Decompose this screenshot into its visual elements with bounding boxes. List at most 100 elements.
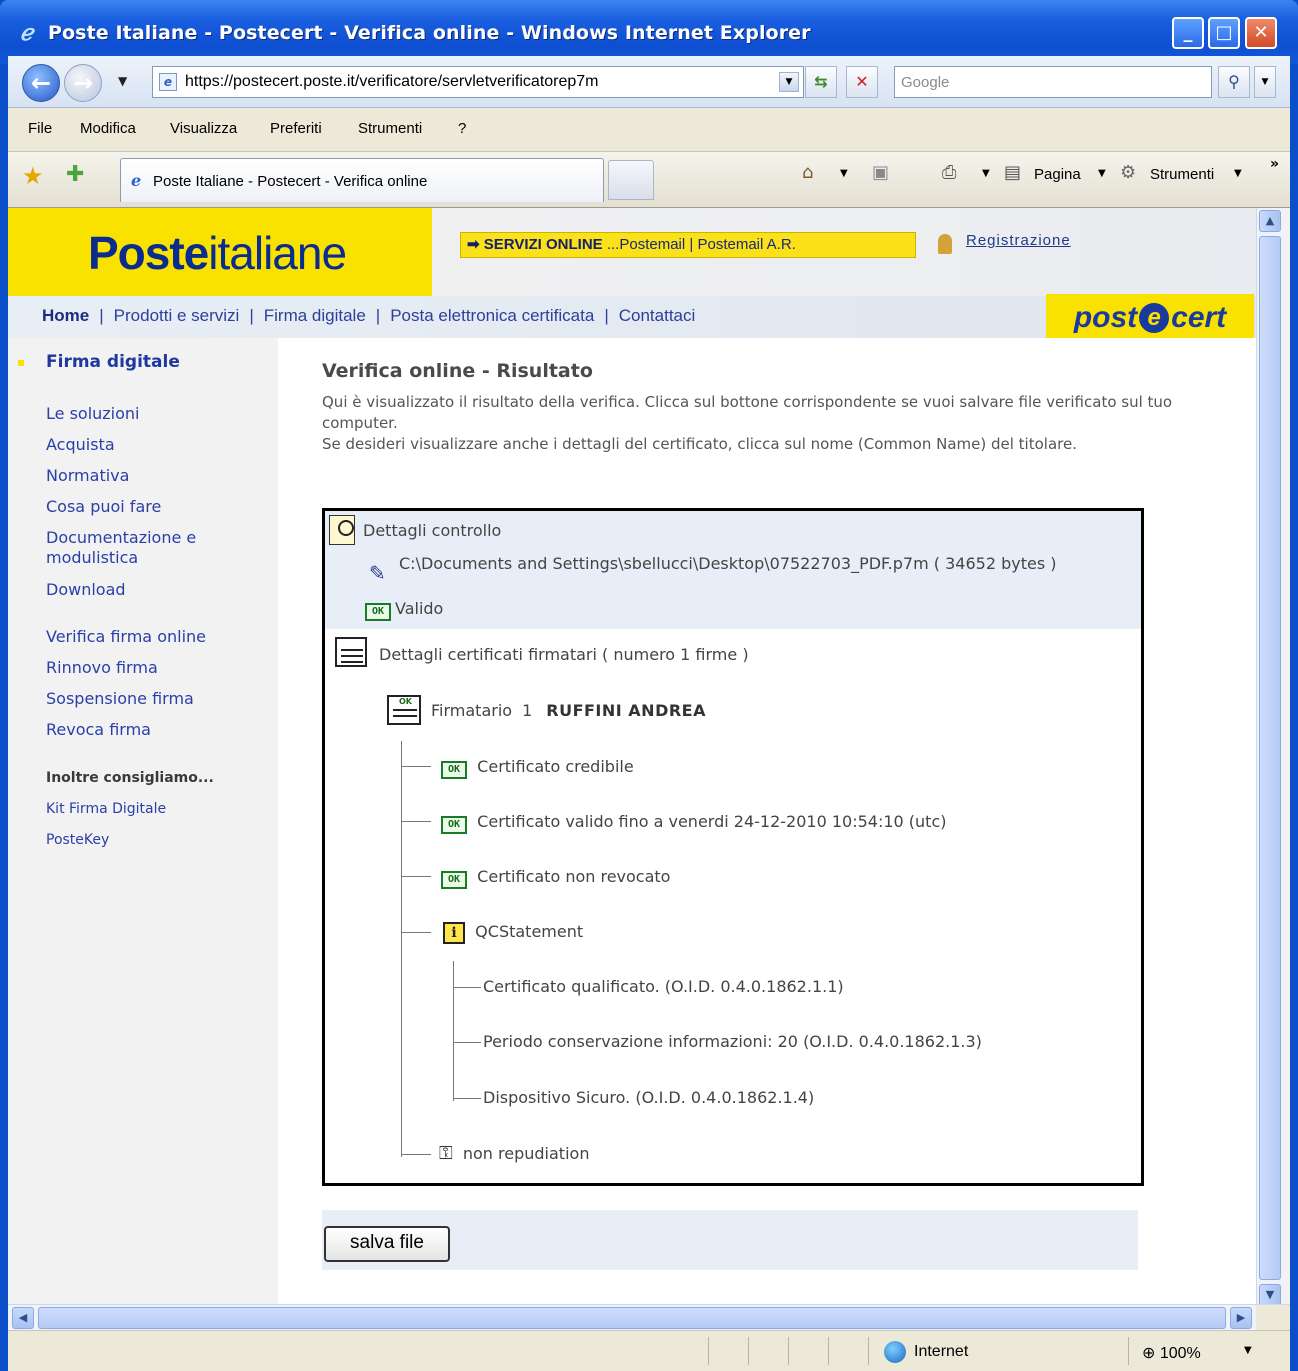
window-titlebar: ℯ Poste Italiane - Postecert - Verifica …	[0, 0, 1298, 64]
sidebar-link-kit-firma[interactable]: Kit Firma Digitale	[46, 801, 166, 817]
ie-logo-icon: ℯ	[20, 20, 34, 46]
refresh-button[interactable]: ⇆	[805, 66, 837, 98]
valid-status: OK Valido	[365, 599, 443, 621]
ok-icon: OK	[441, 871, 467, 889]
sidebar-item-normativa[interactable]: Normativa	[46, 466, 129, 486]
search-options-dropdown[interactable]: ▼	[1254, 66, 1276, 98]
address-toolbar: ← → ▼ e https://postecert.poste.it/verif…	[8, 56, 1290, 108]
signer-label: Firmatario	[431, 701, 513, 720]
menu-preferiti[interactable]: Preferiti	[270, 120, 322, 137]
sidebar-item-cosa-puoi-fare[interactable]: Cosa puoi fare	[46, 497, 161, 517]
print-dropdown-icon[interactable]: ▼	[982, 168, 990, 179]
toolbar-overflow-icon[interactable]: »	[1270, 156, 1279, 172]
sidebar-item-download[interactable]: Download	[46, 580, 126, 600]
intro-line-1: Qui è visualizzato il risultato della ve…	[322, 393, 1173, 432]
signer-row: Firmatario 1 RUFFINI ANDREA	[431, 701, 706, 720]
nav-posta-certificata[interactable]: Posta elettronica certificata	[390, 306, 594, 325]
status-separator	[828, 1337, 829, 1365]
zoom-dropdown-icon[interactable]: ▼	[1244, 1345, 1252, 1356]
tools-menu[interactable]: Strumenti	[1150, 166, 1214, 183]
ok-icon: OK	[441, 761, 467, 779]
horizontal-scroll-thumb[interactable]	[38, 1307, 1226, 1329]
scroll-left-icon[interactable]: ◀	[12, 1307, 34, 1329]
tree-line	[401, 1154, 431, 1155]
tools-dropdown-icon[interactable]: ▼	[1234, 168, 1242, 179]
tree-line	[453, 987, 481, 988]
maximize-button[interactable]: □	[1208, 17, 1240, 49]
tree-line	[401, 932, 431, 933]
menu-visualizza[interactable]: Visualizza	[170, 120, 237, 137]
menu-modifica[interactable]: Modifica	[80, 120, 136, 137]
nav-home[interactable]: Home	[42, 306, 89, 325]
stop-button[interactable]: ✕	[846, 66, 878, 98]
menu-file[interactable]: File	[28, 120, 52, 137]
link-postemail-ar[interactable]: Postemail A.R.	[697, 236, 795, 253]
check-validita: OK Certificato valido fino a venerdi 24-…	[441, 812, 946, 834]
scroll-right-icon[interactable]: ▶	[1230, 1307, 1252, 1329]
link-postemail[interactable]: ...Postemail	[607, 236, 685, 253]
print-icon[interactable]: ⎙	[942, 162, 956, 183]
page-viewport: Posteitaliane ➡ SERVIZI ONLINE ...Postem…	[8, 208, 1290, 1308]
favorites-star-icon[interactable]: ★	[22, 162, 44, 190]
vertical-scroll-thumb[interactable]	[1259, 236, 1281, 1280]
intro-text: Qui è visualizzato il risultato della ve…	[322, 392, 1232, 455]
feeds-icon[interactable]: ▣	[872, 162, 889, 183]
scroll-up-icon[interactable]: ▲	[1259, 210, 1281, 232]
forward-button[interactable]: →	[64, 64, 102, 102]
nav-contattaci[interactable]: Contattaci	[619, 306, 696, 325]
page-menu[interactable]: Pagina	[1034, 166, 1081, 183]
zoom-icon: ⊕	[1142, 1345, 1156, 1362]
signer-name-link[interactable]: RUFFINI ANDREA	[546, 701, 706, 720]
close-button[interactable]: ✕	[1245, 17, 1277, 49]
registrazione-link[interactable]: Registrazione	[966, 232, 1071, 249]
address-dropdown-icon[interactable]: ▼	[779, 72, 799, 92]
posteitaliane-logo[interactable]: Posteitaliane	[88, 226, 347, 280]
sidebar-link-postekey[interactable]: PosteKey	[46, 832, 109, 848]
search-icon[interactable]: ⚲	[1218, 66, 1250, 98]
nav-prodotti-e-servizi[interactable]: Prodotti e servizi	[114, 306, 240, 325]
sidebar-item-revoca-firma[interactable]: Revoca firma	[46, 720, 151, 740]
search-input[interactable]: Google	[894, 66, 1212, 98]
home-icon[interactable]: ⌂	[802, 162, 813, 183]
menu-strumenti[interactable]: Strumenti	[358, 120, 422, 137]
recent-pages-dropdown[interactable]: ▼	[118, 74, 127, 88]
minimize-button[interactable]: _	[1172, 17, 1204, 49]
sidebar-title[interactable]: Firma digitale	[46, 352, 180, 372]
menu-bar: File Modifica Visualizza Preferiti Strum…	[8, 108, 1290, 152]
controllo-title: Dettagli controllo	[363, 521, 502, 540]
new-tab-button[interactable]	[608, 160, 654, 200]
tab-bar: ★ ✚ e Poste Italiane - Postecert - Verif…	[8, 152, 1290, 208]
sidebar-item-acquista[interactable]: Acquista	[46, 435, 115, 455]
tab-ie-icon: e	[131, 171, 142, 190]
sidebar-item-verifica-firma[interactable]: Verifica firma online	[46, 627, 206, 647]
menu-help[interactable]: ?	[458, 120, 466, 137]
home-dropdown-icon[interactable]: ▼	[840, 168, 848, 179]
vertical-scrollbar[interactable]: ▲ ▼	[1256, 208, 1282, 1308]
address-url[interactable]: https://postecert.poste.it/verificatore/…	[185, 73, 599, 91]
certificate-list-icon	[335, 637, 367, 667]
sidebar-item-sospensione-firma[interactable]: Sospensione firma	[46, 689, 194, 709]
scroll-down-icon[interactable]: ▼	[1259, 1284, 1281, 1306]
page-dropdown-icon[interactable]: ▼	[1098, 168, 1106, 179]
security-zone[interactable]: Internet	[914, 1343, 968, 1361]
qcstatement-node: i QCStatement	[443, 922, 583, 944]
tab-active[interactable]: e Poste Italiane - Postecert - Verifica …	[120, 158, 604, 202]
sidebar-item-rinnovo-firma[interactable]: Rinnovo firma	[46, 658, 158, 678]
address-field[interactable]: e https://postecert.poste.it/verificator…	[152, 66, 804, 98]
back-button[interactable]: ←	[22, 64, 60, 102]
servizi-online-bar: ➡ SERVIZI ONLINE ...Postemail | Postemai…	[460, 232, 916, 258]
qc-item: Periodo conservazione informazioni: 20 (…	[483, 1032, 982, 1051]
qc-item: Dispositivo Sicuro. (O.I.D. 0.4.0.1862.1…	[483, 1088, 815, 1107]
postecert-logo[interactable]: post e cert	[1046, 294, 1254, 342]
sidebar-item-le-soluzioni[interactable]: Le soluzioni	[46, 404, 140, 424]
tree-line	[401, 766, 431, 767]
add-favorite-icon[interactable]: ✚	[66, 162, 84, 187]
check-credibile: OK Certificato credibile	[441, 757, 634, 779]
nav-firma-digitale[interactable]: Firma digitale	[264, 306, 366, 325]
horizontal-scrollbar[interactable]: ◀ ▶	[8, 1304, 1290, 1331]
scroll-corner	[1256, 1305, 1290, 1331]
zoom-level[interactable]: ⊕ 100%	[1142, 1343, 1201, 1363]
page-icon: ▤	[1004, 162, 1022, 183]
save-file-button[interactable]: salva file	[324, 1226, 450, 1262]
sidebar-item-documentazione[interactable]: Documentazione e modulistica	[46, 528, 246, 568]
